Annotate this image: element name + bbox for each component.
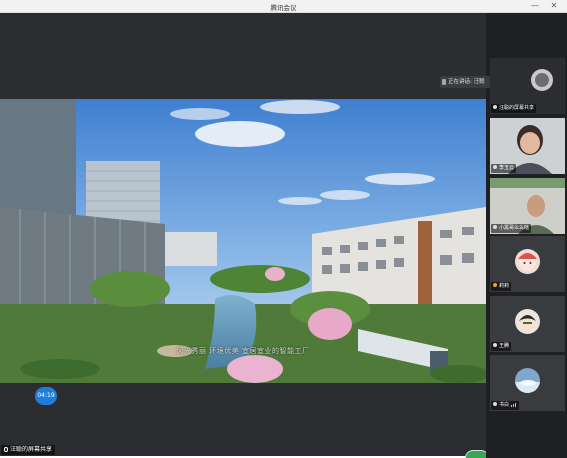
- participant-tile[interactable]: 李玉云: [490, 118, 565, 174]
- participant-label: 莉莉: [491, 282, 512, 291]
- shared-screen-content[interactable]: 风光秀丽 环境优美 宜居宜业的智能工厂: [0, 99, 486, 383]
- microphone-icon: [4, 447, 8, 452]
- participant-label: 汪聪的屏幕共享: [491, 104, 537, 113]
- screen-share-label-text: 汪聪的屏幕共享: [10, 446, 53, 453]
- participant-label: 李玉云: [491, 164, 517, 173]
- title-bar: 腾讯会议 — ✕: [0, 0, 567, 13]
- mic-icon: [493, 283, 497, 287]
- avatar-icon: [515, 368, 540, 393]
- speaker-icon: [442, 79, 446, 85]
- mic-icon: [493, 343, 497, 347]
- participant-label: 小黑哥么么哒: [491, 224, 532, 233]
- factory-rendering-image: [0, 99, 486, 383]
- participant-label: 王腾: [491, 342, 512, 351]
- main-stage[interactable]: 风光秀丽 环境优美 宜居宜业的智能工厂 04:19 汪聪的屏幕共享: [0, 13, 486, 456]
- participant-tile-host[interactable]: 汪聪的屏幕共享: [490, 58, 565, 114]
- speaking-text: 正在讲话: 汪聪: [448, 79, 485, 85]
- screen-share-label: 汪聪的屏幕共享: [1, 445, 56, 455]
- participant-tile[interactable]: 小黑哥么么哒: [490, 178, 565, 234]
- cartoon-avatar-icon: [515, 249, 540, 274]
- participant-label: 书白: [491, 401, 520, 411]
- minimize-button[interactable]: —: [529, 1, 541, 11]
- mic-icon: [493, 225, 497, 229]
- mic-icon: [493, 402, 497, 406]
- volume-bars-icon: [511, 402, 517, 411]
- timer-badge[interactable]: 04:19: [35, 387, 57, 405]
- video-caption: 风光秀丽 环境优美 宜居宜业的智能工厂: [176, 347, 310, 355]
- mic-icon: [493, 165, 497, 169]
- participant-tile[interactable]: 王腾: [490, 296, 565, 352]
- participant-tile[interactable]: 莉莉: [490, 236, 565, 292]
- app-title: 腾讯会议: [270, 4, 297, 12]
- cartoon-avatar-icon: [515, 309, 540, 334]
- participant-tile[interactable]: 书白: [490, 355, 565, 411]
- close-button[interactable]: ✕: [548, 1, 560, 11]
- mic-icon: [493, 105, 497, 109]
